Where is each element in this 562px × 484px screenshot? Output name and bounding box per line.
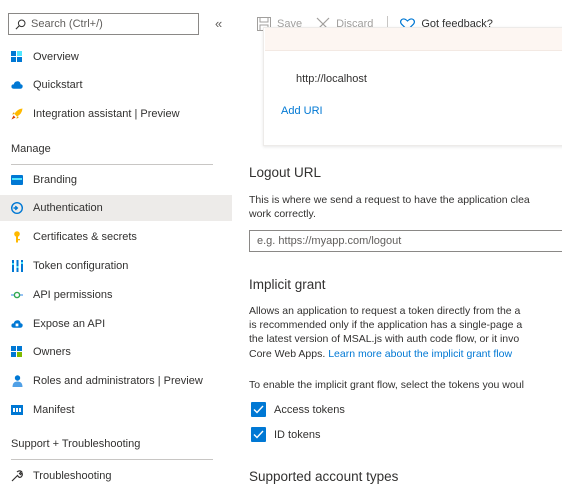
implicit-grant-heading: Implicit grant	[249, 277, 326, 292]
sidebar-item-label: Quickstart	[33, 79, 83, 91]
owners-grid-icon	[11, 346, 23, 358]
sidebar-item-label: Authentication	[33, 202, 103, 214]
troubleshooting-icon	[11, 470, 23, 482]
branding-icon	[11, 174, 23, 186]
id-tokens-checkbox[interactable]	[251, 427, 266, 442]
authentication-icon	[11, 202, 23, 214]
checkmark-icon	[253, 405, 264, 414]
sidebar-item-label: API permissions	[33, 289, 113, 301]
rocket-icon	[11, 108, 23, 120]
sidebar-item-label: Manifest	[33, 404, 75, 416]
sidebar-item-troubleshooting[interactable]: Troubleshooting	[0, 463, 232, 483]
implicit-description-text: Core Web Apps.	[249, 348, 329, 360]
sidebar-item-overview[interactable]: Overview	[0, 44, 232, 70]
access-tokens-checkbox[interactable]	[251, 402, 266, 417]
roles-user-icon	[11, 375, 23, 387]
sidebar-item-label: Owners	[33, 346, 71, 358]
sidebar-item-branding[interactable]: Branding	[0, 167, 232, 193]
implicit-description-line3: the latest version of MSAL.js with auth …	[249, 333, 520, 345]
quickstart-cloud-icon	[11, 79, 23, 91]
access-tokens-label: Access tokens	[274, 403, 345, 416]
support-divider	[11, 459, 213, 460]
access-tokens-checkbox-row[interactable]: Access tokens	[251, 402, 345, 417]
sidebar-item-roles-administrators[interactable]: Roles and administrators | Preview	[0, 368, 232, 394]
redirect-uri-card: http://localhost Add URI	[263, 27, 562, 146]
learn-more-implicit-grant-link[interactable]: Learn more about the implicit grant flow	[328, 348, 512, 360]
manage-divider	[11, 164, 213, 165]
token-bars-icon	[11, 260, 23, 272]
implicit-description-line4: Core Web Apps. Learn more about the impl…	[249, 348, 512, 361]
sidebar-item-label: Integration assistant | Preview	[33, 108, 180, 120]
sidebar-item-api-permissions[interactable]: API permissions	[0, 282, 232, 308]
expose-api-cloud-icon	[11, 318, 23, 330]
sidebar-item-label: Certificates & secrets	[33, 231, 137, 243]
sidebar-item-integration-assistant[interactable]: Integration assistant | Preview	[0, 101, 232, 127]
sidebar-item-token-configuration[interactable]: Token configuration	[0, 253, 232, 279]
left-nav-sidebar: Search (Ctrl+/) « Overview Quickstart In…	[0, 0, 241, 483]
logout-url-field[interactable]	[249, 230, 562, 252]
logout-url-input[interactable]	[257, 235, 547, 247]
search-icon	[15, 19, 26, 29]
overview-grid-icon	[11, 51, 23, 63]
add-uri-link[interactable]: Add URI	[281, 105, 323, 117]
supported-account-types-heading: Supported account types	[249, 469, 399, 484]
sidebar-item-label: Roles and administrators | Preview	[33, 375, 203, 387]
sidebar-item-manifest[interactable]: Manifest	[0, 397, 232, 423]
sidebar-item-label: Branding	[33, 174, 78, 186]
implicit-description-line1: Allows an application to request a token…	[249, 305, 521, 317]
logout-url-heading: Logout URL	[249, 165, 322, 180]
api-permissions-icon	[11, 289, 23, 301]
id-tokens-label: ID tokens	[274, 428, 321, 441]
sidebar-item-label: Expose an API	[33, 318, 106, 330]
sidebar-search-input[interactable]: Search (Ctrl+/)	[8, 13, 199, 35]
support-section-header: Support + Troubleshooting	[11, 438, 141, 450]
implicit-description-line2: is recommended only if the application h…	[249, 319, 523, 331]
sidebar-item-expose-api[interactable]: Expose an API	[0, 311, 232, 337]
collapse-sidebar-button[interactable]: «	[215, 16, 222, 31]
redirect-uri-value: http://localhost	[296, 73, 367, 85]
manage-section-header: Manage	[11, 143, 51, 155]
sidebar-item-owners[interactable]: Owners	[0, 339, 232, 365]
sidebar-item-certificates-secrets[interactable]: Certificates & secrets	[0, 224, 232, 250]
sidebar-item-authentication[interactable]: Authentication	[0, 195, 232, 221]
redirect-uri-header-strip	[265, 28, 562, 51]
sidebar-search-row: Search (Ctrl+/) «	[8, 13, 222, 35]
checkmark-icon	[253, 430, 264, 439]
key-icon	[11, 231, 23, 243]
sidebar-item-label: Overview	[33, 51, 79, 63]
search-placeholder: Search (Ctrl+/)	[31, 18, 103, 30]
sidebar-item-quickstart[interactable]: Quickstart	[0, 72, 232, 98]
logout-description-line2: work correctly.	[249, 208, 316, 220]
logout-description-line1: This is where we send a request to have …	[249, 194, 530, 206]
enable-implicit-text: To enable the implicit grant flow, selec…	[249, 379, 524, 391]
manifest-icon	[11, 404, 23, 416]
sidebar-item-label: Token configuration	[33, 260, 129, 272]
sidebar-item-label: Troubleshooting	[33, 470, 112, 482]
id-tokens-checkbox-row[interactable]: ID tokens	[251, 427, 320, 442]
